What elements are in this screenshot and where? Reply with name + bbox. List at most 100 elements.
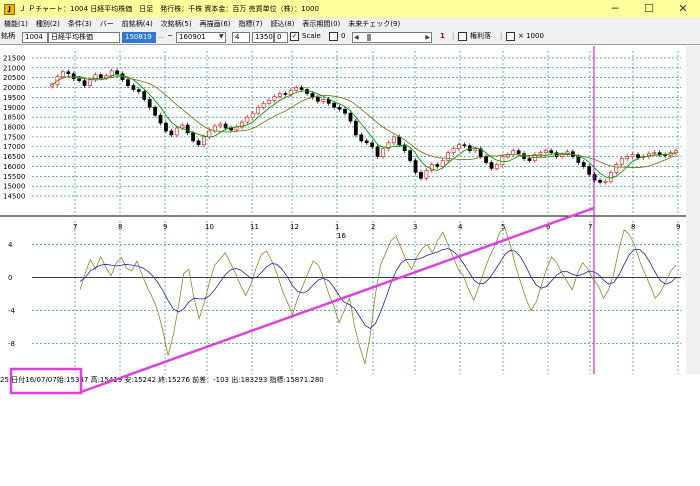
candle-body xyxy=(473,148,478,151)
month-tick-label: 8 xyxy=(631,223,635,231)
candle-body xyxy=(82,80,87,86)
maximize-button[interactable]: ☐ xyxy=(632,0,666,18)
zero-checkbox[interactable] xyxy=(329,32,338,43)
menu-item-3[interactable]: バー xyxy=(96,19,118,29)
month-tick-label: 10 xyxy=(205,223,214,231)
month-tick-label: 6 xyxy=(546,223,551,231)
candle-body xyxy=(299,87,304,90)
candle-body xyxy=(174,127,179,136)
empty-panel xyxy=(0,386,700,486)
candle-body xyxy=(315,97,320,102)
candle-body xyxy=(592,174,597,181)
candle-body xyxy=(364,140,369,144)
menu-item-4[interactable]: 前銘柄(4) xyxy=(118,19,157,29)
code-input[interactable]: 1004 xyxy=(22,32,48,43)
candle-body xyxy=(516,150,521,154)
candle-body xyxy=(576,156,581,163)
candle-body xyxy=(408,150,413,161)
candle-body xyxy=(164,122,168,132)
month-tick-label: 2 xyxy=(371,223,375,231)
menu-item-5[interactable]: 次銘柄(5) xyxy=(157,19,196,29)
chevron-right-icon[interactable]: ▶ xyxy=(425,33,430,42)
candle-body xyxy=(343,108,347,114)
vertical-scrollbar[interactable] xyxy=(686,46,700,374)
candle-body xyxy=(136,89,141,92)
span-input[interactable]: 1350 xyxy=(252,32,274,43)
osc-tick-label: -4 xyxy=(8,307,16,315)
candle-body xyxy=(294,87,299,91)
counter-value: 1 xyxy=(440,32,445,40)
menu-item-6[interactable]: 再描画(6) xyxy=(196,19,235,29)
candle-body xyxy=(451,148,456,153)
spin-icon[interactable]: … xyxy=(158,32,164,43)
scale-label: Scale xyxy=(302,32,321,40)
menu-item-7[interactable]: 指標(7) xyxy=(235,19,267,29)
menu-item-0[interactable]: 機能(1) xyxy=(0,19,32,29)
month-tick-label: 3 xyxy=(413,223,417,231)
price-tick-label: 20500 xyxy=(3,74,25,82)
candle-body xyxy=(538,152,543,155)
candle-body xyxy=(500,156,505,165)
window-title: Ｊ Ｐチャート：1004 日経平均株価 日足 発行株：千株 資本金：百万 売買単… xyxy=(19,5,319,13)
price-tick-label: 19000 xyxy=(3,104,25,112)
candle-body xyxy=(581,162,586,167)
osc-tick-label: 4 xyxy=(8,241,13,249)
candle-body xyxy=(256,106,261,114)
times-checkbox[interactable] xyxy=(506,32,515,43)
candle-body xyxy=(147,99,152,108)
candle-body xyxy=(277,93,282,97)
candle-body xyxy=(66,71,71,75)
menu-item-9[interactable]: 表示期間(0) xyxy=(298,19,344,29)
zero-input[interactable]: 0 xyxy=(274,32,288,43)
menu-item-8[interactable]: 読込(8) xyxy=(266,19,298,29)
chevron-left-icon[interactable]: ◀ xyxy=(354,33,359,42)
month-tick-label: 12 xyxy=(290,223,299,231)
period-input[interactable]: 4 xyxy=(232,32,250,43)
rights-checkbox[interactable] xyxy=(458,32,467,43)
status-values: 始:15347 高:15419 安:15242 終:15276 前差：-103 … xyxy=(56,376,324,384)
candle-body xyxy=(375,146,380,157)
menu-item-2[interactable]: 条件(3) xyxy=(64,19,96,29)
candle-body xyxy=(603,180,608,183)
menu-item-10[interactable]: 未来チェック(9) xyxy=(344,19,404,29)
candle-body xyxy=(636,154,640,158)
candle-body xyxy=(267,100,271,104)
candle-body xyxy=(202,136,206,146)
candle-body xyxy=(625,156,630,159)
candle-body xyxy=(652,152,657,154)
price-tick-label: 15500 xyxy=(3,173,25,181)
status-date: :日付16/07/07 xyxy=(8,376,57,384)
minimize-button[interactable]: ─ xyxy=(598,0,632,18)
chart-area[interactable]: 14500 15000 15500 16000 16500 17000 1750018000… xyxy=(0,46,686,374)
candle-body xyxy=(419,172,423,179)
candle-body xyxy=(131,85,136,90)
date-selected-field[interactable]: 150819 xyxy=(122,32,156,43)
candle-body xyxy=(332,103,337,108)
rights-label: 権利落 xyxy=(470,32,491,40)
range-scrollbar[interactable]: ◀ ▶ xyxy=(352,32,432,43)
candle-body xyxy=(359,134,364,142)
candle-body xyxy=(321,99,326,102)
month-tick-label: 4 xyxy=(458,223,463,231)
candle-body xyxy=(88,79,92,86)
price-tick-label: 19500 xyxy=(3,94,25,102)
candle-body xyxy=(527,158,532,161)
candle-body xyxy=(337,106,342,110)
chevron-down-icon[interactable]: ▼ xyxy=(219,32,224,43)
menu-item-1[interactable]: 種別(2) xyxy=(32,19,64,29)
candle-body xyxy=(98,74,103,78)
month-tick-label: 11 xyxy=(250,223,259,231)
range-thumb[interactable] xyxy=(367,34,371,41)
candle-body xyxy=(115,70,120,75)
candle-body xyxy=(109,70,114,77)
candle-body xyxy=(543,150,548,153)
status-line: 25:日付16/07/07始:15347 高:15419 安:15242 終:1… xyxy=(0,375,700,385)
candle-body xyxy=(549,150,554,153)
price-tick-label: 16000 xyxy=(3,163,25,171)
candle-body xyxy=(77,78,82,81)
title-bar[interactable]: J Ｊ Ｐチャート：1004 日経平均株価 日足 発行株：千株 資本金：百万 売… xyxy=(0,0,700,18)
toolbar-divider-2: | xyxy=(500,32,503,40)
toolbar: 銘柄 1004 日経平均株価 150819 … ─ 160901 ▼ 4 135… xyxy=(0,30,700,45)
scale-checkbox[interactable]: ✓ xyxy=(290,32,299,43)
close-button[interactable]: ✕ xyxy=(666,0,700,18)
